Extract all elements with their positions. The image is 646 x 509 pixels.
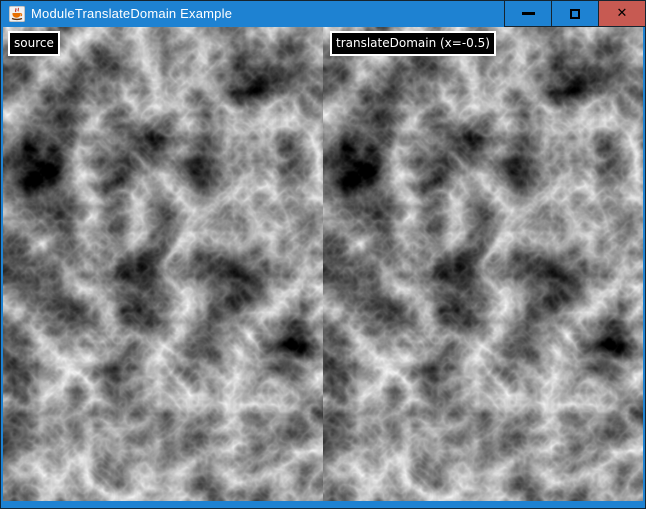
close-button[interactable]: ✕ [598,1,645,27]
java-coffee-icon [9,6,25,22]
titlebar[interactable]: ModuleTranslateDomain Example ✕ [0,0,646,27]
minimize-button[interactable] [504,1,551,27]
window-title: ModuleTranslateDomain Example [31,6,232,21]
source-image [3,27,323,501]
close-icon: ✕ [617,7,628,20]
render-area: source translateDomain (x=-0.5) [3,27,643,501]
window-controls: ✕ [504,1,645,27]
maximize-icon [570,9,580,19]
app-window: ModuleTranslateDomain Example ✕ source t… [0,0,646,509]
maximize-button[interactable] [551,1,598,27]
source-label: source [8,31,60,56]
translate-domain-image [323,27,643,501]
translate-domain-label: translateDomain (x=-0.5) [330,31,496,56]
minimize-icon [522,12,535,15]
